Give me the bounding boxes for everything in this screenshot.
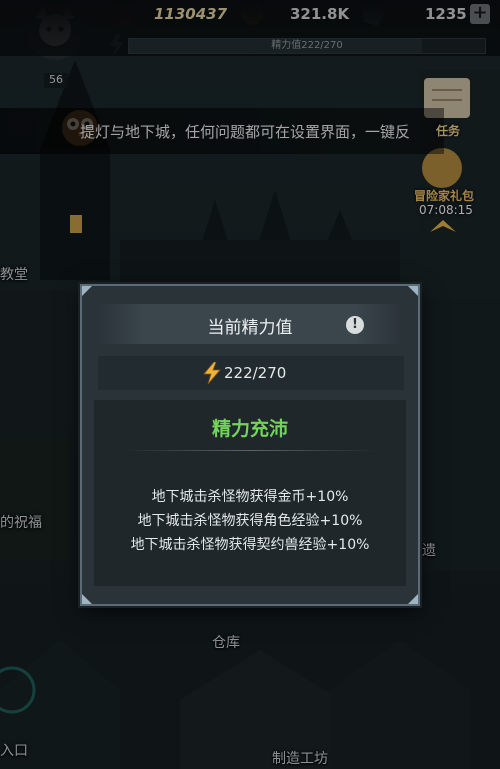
info-icon[interactable]: ! [346,316,364,334]
lightning-icon [203,362,221,384]
energy-value-row: 222/270 [98,356,404,390]
bonus-line-pet-exp: 地下城击杀怪物获得契约兽经验+10% [130,537,370,553]
energy-status: 精力充沛 [211,418,288,440]
bonus-line-gold: 地下城击杀怪物获得金币+10% [151,489,349,505]
bonus-line-char-exp: 地下城击杀怪物获得角色经验+10% [137,513,363,529]
bonus-panel: 精力充沛 地下城击杀怪物获得金币+10% 地下城击杀怪物获得角色经验+10% 地… [94,400,406,586]
energy-dialog: 当前精力值 ! 222/270 精力充沛 地下城击杀怪物获得金币+10% 地下城… [80,284,420,606]
status-divider [124,450,376,451]
energy-value: 222/270 [224,364,287,382]
